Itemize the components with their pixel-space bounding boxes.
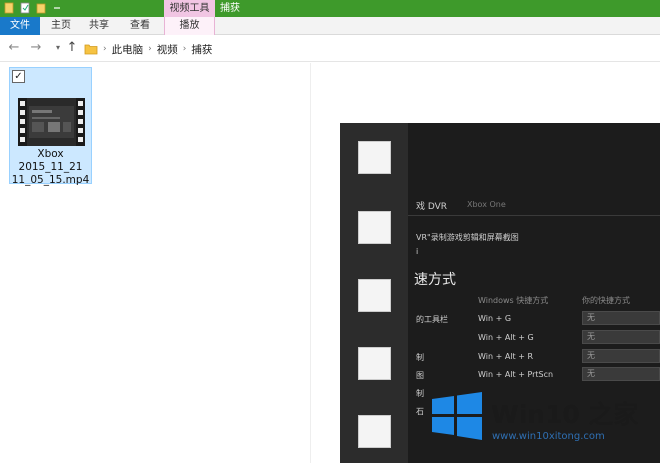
folder-icon[interactable] bbox=[4, 2, 14, 14]
preview-col-windows: Windows 快捷方式 bbox=[478, 296, 549, 305]
quick-access-toolbar bbox=[4, 2, 62, 14]
preview-pane-divider bbox=[310, 63, 311, 463]
navigation-bar: ← → ▾ ↑ › 此电脑 › 视频 › 捕获 bbox=[0, 36, 660, 62]
preview-shortcut-field: 无 bbox=[582, 311, 660, 325]
preview-row-label: 图 bbox=[416, 371, 424, 380]
properties-icon[interactable] bbox=[20, 2, 30, 14]
file-checkbox[interactable]: ✓ bbox=[12, 70, 25, 83]
preview-col-custom: 你的快捷方式 bbox=[582, 296, 630, 305]
breadcrumb-videos[interactable]: 视频 bbox=[157, 42, 178, 57]
tab-view[interactable]: 查看 bbox=[122, 17, 158, 35]
title-bar: 视频工具 捕获 bbox=[0, 0, 660, 17]
context-tab-group-label: 视频工具 bbox=[164, 0, 215, 17]
preview-tab-xbox-one: Xbox One bbox=[467, 200, 506, 209]
watermark-url: www.win10xitong.com bbox=[492, 431, 605, 442]
breadcrumb-captures[interactable]: 捕获 bbox=[191, 42, 212, 57]
tab-play[interactable]: 播放 bbox=[164, 17, 215, 35]
tab-home[interactable]: 主页 bbox=[44, 17, 78, 35]
breadcrumb[interactable]: › 此电脑 › 视频 › 捕获 bbox=[84, 40, 212, 58]
film-strip bbox=[340, 123, 408, 463]
new-folder-icon[interactable] bbox=[36, 2, 46, 14]
watermark: Win10 之家 www.win10xitong.com bbox=[425, 383, 655, 459]
tab-file[interactable]: 文件 bbox=[0, 17, 40, 35]
preview-shortcut-field: 无 bbox=[582, 330, 660, 344]
file-name[interactable]: Xbox 2015_11_21 11_05_15.mp4 bbox=[10, 148, 91, 187]
folder-icon bbox=[84, 44, 98, 55]
up-arrow-icon[interactable]: ↑ bbox=[64, 40, 80, 56]
video-file-icon bbox=[18, 98, 85, 146]
tab-share[interactable]: 共享 bbox=[82, 17, 116, 35]
preview-tab-game-dvr: 戏 DVR bbox=[416, 202, 448, 212]
preview-row-label: 石 bbox=[416, 407, 424, 416]
preview-description-2: i bbox=[416, 247, 419, 256]
film-hole bbox=[358, 347, 391, 380]
film-hole bbox=[358, 211, 391, 244]
preview-shortcut-field: 无 bbox=[582, 349, 660, 363]
watermark-brand: Win10 之家 bbox=[491, 400, 639, 429]
preview-heading: 速方式 bbox=[414, 272, 456, 288]
breadcrumb-separator-icon[interactable]: › bbox=[183, 44, 187, 54]
preview-shortcut-field: 无 bbox=[582, 367, 660, 381]
file-item[interactable]: ✓ Xbox 2015_11_21 11_05_15.mp4 bbox=[9, 67, 92, 187]
film-hole bbox=[358, 415, 391, 448]
breadcrumb-this-pc[interactable]: 此电脑 bbox=[112, 42, 144, 57]
film-hole bbox=[358, 141, 391, 174]
breadcrumb-separator-icon[interactable]: › bbox=[103, 44, 107, 54]
window-title: 捕获 bbox=[220, 3, 240, 14]
preview-row-label: 制 bbox=[416, 353, 424, 362]
preview-row-shortcut: Win + Alt + G bbox=[478, 333, 534, 342]
back-arrow-icon[interactable]: ← bbox=[6, 40, 22, 56]
breadcrumb-separator-icon[interactable]: › bbox=[148, 44, 152, 54]
file-list-area[interactable]: ✓ Xbox 2015_11_21 11_05_15.mp4 戏 DVR Xbo… bbox=[0, 63, 660, 463]
preview-row-shortcut: Win + Alt + PrtScn bbox=[478, 370, 554, 379]
preview-description: VR"录制游戏剪辑和屏幕截图 bbox=[416, 233, 519, 242]
preview-row-shortcut: Win + G bbox=[478, 314, 512, 323]
preview-row-label: 制 bbox=[416, 389, 424, 398]
preview-tab-underline bbox=[408, 215, 660, 216]
customize-qat-icon[interactable] bbox=[52, 2, 62, 14]
ribbon-tabs: 文件 主页 共享 查看 播放 bbox=[0, 17, 660, 35]
forward-arrow-icon[interactable]: → bbox=[28, 40, 44, 56]
film-hole bbox=[358, 279, 391, 312]
preview-row-shortcut: Win + Alt + R bbox=[478, 352, 533, 361]
preview-row-label: 的工具栏 bbox=[416, 315, 448, 324]
windows-logo-icon bbox=[432, 392, 482, 440]
